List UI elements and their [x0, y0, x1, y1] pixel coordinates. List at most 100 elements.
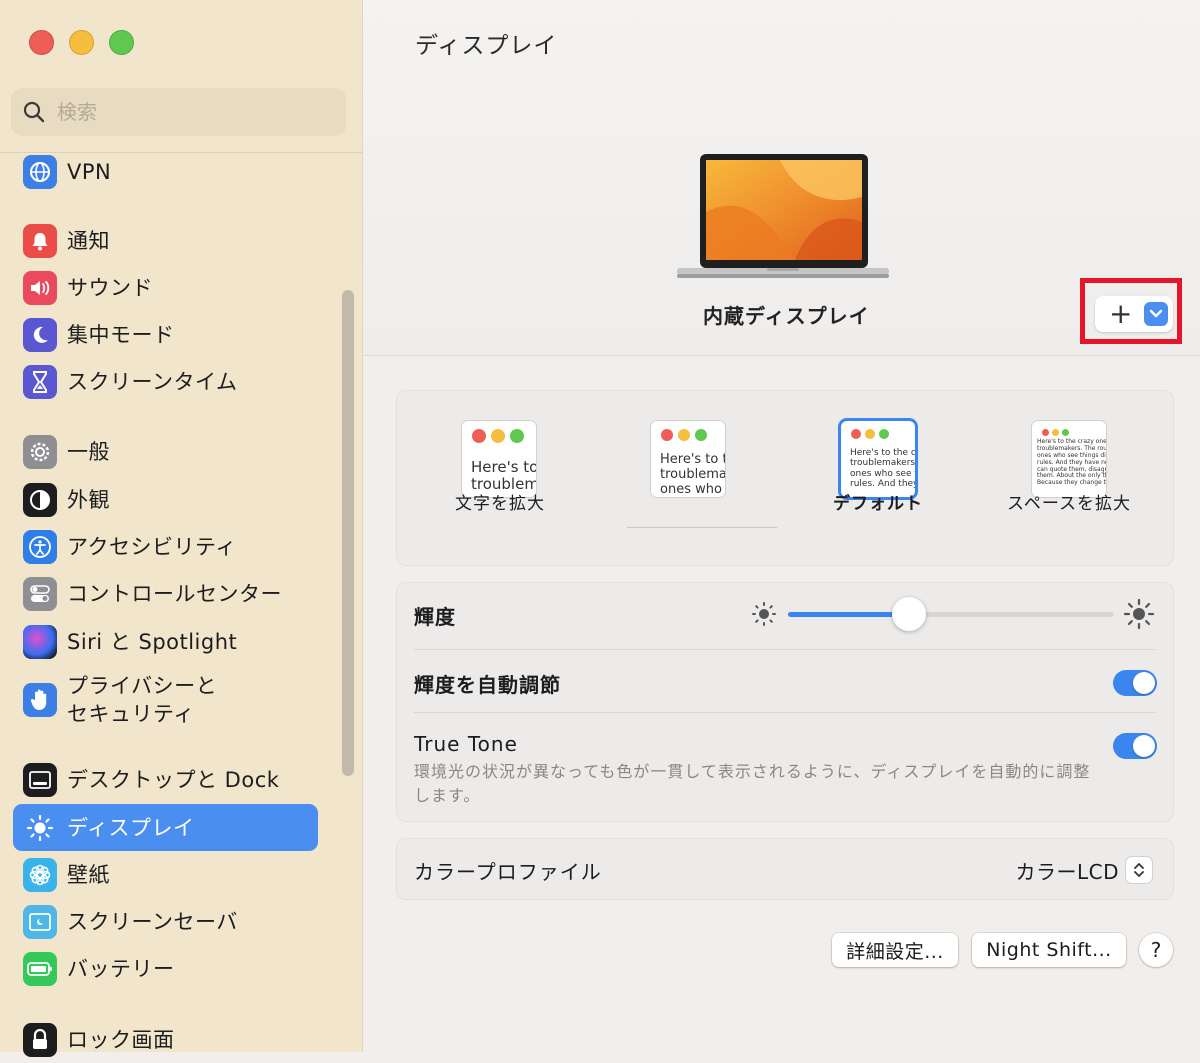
brightness-label: 輝度: [414, 605, 456, 629]
sidebar-item-label: サウンド: [67, 275, 153, 300]
main-pane: ディスプレイ 内蔵ディスプレイ + Here's to troublem 文字を…: [363, 0, 1200, 1052]
sidebar-item-screen-time[interactable]: スクリーンタイム: [13, 358, 318, 405]
true-tone-label: True Tone: [414, 732, 518, 756]
brightness-slider[interactable]: [788, 597, 1114, 631]
siri-icon: [23, 624, 57, 659]
laptop-image[interactable]: [675, 152, 891, 284]
sun-large-icon: [1123, 598, 1155, 630]
help-button[interactable]: ?: [1139, 933, 1173, 967]
sidebar-item-label: Siri と Spotlight: [67, 629, 238, 654]
sidebar-item-label: プライバシーと セキュリティ: [67, 674, 218, 726]
row-divider: [414, 649, 1156, 650]
sidebar-item-focus[interactable]: 集中モード: [13, 311, 318, 358]
page-title: ディスプレイ: [415, 33, 558, 59]
resolution-card: Here's to troublem 文字を拡大 Here's to t tro…: [396, 390, 1174, 566]
sidebar-item-label: 壁紙: [67, 862, 110, 887]
sidebar-item-label: ディスプレイ: [67, 815, 195, 840]
preview-text: Here's to the crazy one troublemakers. T…: [1037, 438, 1106, 487]
dock-icon: [23, 762, 57, 797]
color-profile-value[interactable]: カラーLCD: [1015, 856, 1119, 885]
gear-icon: [23, 434, 57, 469]
sidebar-item-control-center[interactable]: コントロールセンター: [13, 570, 318, 617]
display-name: 内蔵ディスプレイ: [703, 304, 870, 328]
sidebar-item-accessibility[interactable]: アクセシビリティ: [13, 523, 318, 570]
brightness-card: 輝度 輝度を自動調節 True Tone 環境光の状況が異なっても色が一貫して表…: [396, 582, 1174, 822]
sidebar-item-label: スクリーンタイム: [67, 369, 238, 394]
sidebar-item-lock-screen[interactable]: ロック画面: [13, 1016, 318, 1063]
accessibility-icon: [23, 529, 57, 564]
preview-text: Here's to t troublema ones who: [660, 452, 725, 497]
sidebar-item-label: スクリーンセーバ: [67, 909, 238, 934]
sidebar-item-label: アクセシビリティ: [67, 534, 237, 559]
minimize-window-button[interactable]: [69, 30, 94, 55]
sidebar-item-label: 外観: [67, 487, 110, 512]
brightness-slider-fill: [788, 612, 909, 617]
hourglass-icon: [23, 364, 57, 399]
sidebar-item-label: バッテリー: [67, 956, 175, 981]
moon-icon: [23, 317, 57, 352]
hand-icon: [23, 683, 57, 717]
sidebar-item-label: 一般: [67, 439, 110, 464]
sun-small-icon: [752, 602, 776, 626]
resolution-option-2[interactable]: Here's to t troublema ones who: [651, 421, 725, 497]
brightness-slider-knob[interactable]: [891, 597, 926, 631]
sidebar-item-notifications[interactable]: 通知: [13, 217, 318, 264]
auto-brightness-label: 輝度を自動調節: [414, 673, 561, 697]
preview-text: Here's to the cr troublemakers. ones who…: [850, 448, 915, 490]
sidebar-item-label: 通知: [67, 228, 110, 253]
sidebar-scrollbar[interactable]: [342, 290, 354, 776]
sidebar-item-desktop-dock[interactable]: デスクトップと Dock: [13, 756, 318, 803]
resolution-preview: Here's to troublem: [462, 421, 536, 497]
search-icon: [23, 101, 45, 123]
sidebar-item-general[interactable]: 一般: [13, 428, 318, 475]
sidebar-item-screen-saver[interactable]: スクリーンセーバ: [13, 898, 318, 945]
search-field[interactable]: [11, 88, 346, 136]
sidebar-item-vpn[interactable]: VPN: [13, 148, 318, 195]
toggles-icon: [23, 576, 57, 611]
color-profile-label: カラープロファイル: [414, 860, 602, 884]
true-tone-description: 環境光の状況が異なっても色が一貫して表示されるように、ディスプレイを自動的に調整…: [414, 762, 1091, 805]
true-tone-toggle[interactable]: [1113, 733, 1157, 759]
sidebar: VPN 通知 サウンド 集中モード スクリーンタイム 一般: [0, 0, 363, 1057]
sun-icon: [23, 811, 57, 845]
close-window-button[interactable]: [29, 30, 54, 55]
row-divider: [414, 712, 1156, 713]
resolution-option-default[interactable]: Here's to the cr troublemakers. ones who…: [841, 421, 915, 497]
resolution-option-larger-text[interactable]: Here's to troublem: [462, 421, 536, 497]
search-input[interactable]: [55, 99, 319, 125]
sidebar-item-appearance[interactable]: 外観: [13, 476, 318, 523]
resolution-label: 文字を拡大: [455, 494, 545, 514]
auto-brightness-toggle[interactable]: [1113, 670, 1157, 696]
night-shift-button[interactable]: Night Shift...: [972, 933, 1126, 967]
sidebar-item-label: ロック画面: [67, 1027, 175, 1052]
sidebar-item-label: VPN: [67, 159, 112, 184]
sidebar-item-displays[interactable]: ディスプレイ: [13, 804, 318, 851]
lock-icon: [23, 1022, 57, 1057]
resolution-label: スペースを拡大: [1007, 494, 1131, 514]
chevron-up-down-icon: [1134, 863, 1144, 877]
sidebar-item-battery[interactable]: バッテリー: [13, 945, 318, 992]
screen-saver-icon: [23, 904, 57, 939]
resolution-divider: [627, 527, 777, 528]
sidebar-item-label: 集中モード: [67, 322, 175, 347]
zoom-window-button[interactable]: [109, 30, 134, 55]
sidebar-item-sound[interactable]: サウンド: [13, 264, 318, 311]
sidebar-item-privacy-security[interactable]: プライバシーと セキュリティ: [13, 668, 318, 732]
globe-icon: [23, 154, 57, 189]
window-controls: [29, 30, 134, 55]
highlight-box: [1080, 278, 1182, 344]
resolution-preview: Here's to the cr troublemakers. ones who…: [841, 421, 915, 497]
resolution-option-more-space[interactable]: Here's to the crazy one troublemakers. T…: [1032, 421, 1106, 497]
resolution-label: デフォルト: [833, 494, 923, 514]
advanced-settings-button[interactable]: 詳細設定...: [832, 933, 958, 967]
color-profile-popup-button[interactable]: [1126, 857, 1152, 883]
color-profile-card: カラープロファイル カラーLCD: [396, 838, 1174, 900]
appearance-icon: [23, 482, 57, 517]
flower-icon: [23, 857, 57, 892]
sidebar-item-siri-spotlight[interactable]: Siri と Spotlight: [13, 618, 318, 665]
bell-icon: [23, 223, 57, 258]
sidebar-item-label: コントロールセンター: [67, 581, 282, 606]
sidebar-item-wallpaper[interactable]: 壁紙: [13, 851, 318, 898]
resolution-preview: Here's to t troublema ones who: [651, 421, 725, 497]
sidebar-item-label: デスクトップと Dock: [67, 767, 280, 792]
